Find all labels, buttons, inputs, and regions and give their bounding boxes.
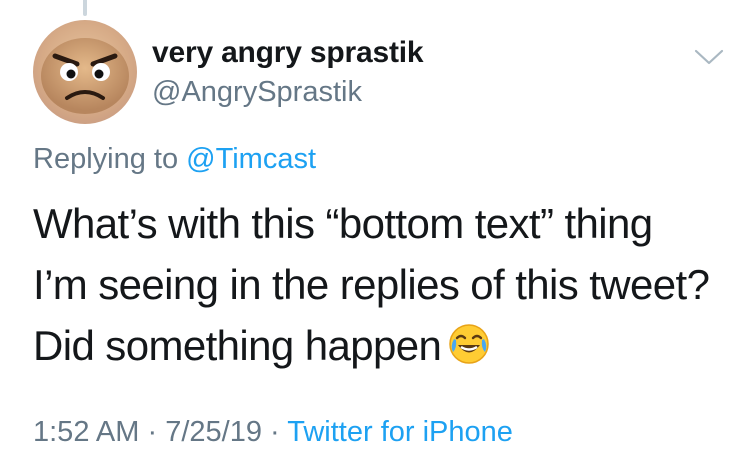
thread-connector-line [83, 0, 87, 16]
tweet-text-line: I’m seeing in the replies of this tweet? [33, 261, 710, 308]
tweet-metadata: 1:52 AM · 7/25/19 · Twitter for iPhone [33, 416, 513, 449]
display-name[interactable]: very angry sprastik [152, 36, 424, 70]
angry-bread-avatar-icon [33, 20, 137, 124]
meta-separator: · [270, 416, 280, 448]
avatar[interactable] [33, 20, 137, 124]
tweet-date[interactable]: 7/25/19 [165, 416, 262, 448]
tweet-time[interactable]: 1:52 AM [33, 416, 139, 448]
replying-to: Replying to @Timcast [33, 143, 316, 176]
tweet-text-line-content: Did something happen [33, 322, 442, 369]
face-with-tears-of-joy-icon [447, 321, 491, 365]
user-handle[interactable]: @AngrySprastik [152, 76, 362, 109]
replying-prefix: Replying to [33, 143, 179, 175]
chevron-down-icon [694, 49, 724, 65]
more-options-button[interactable] [692, 46, 726, 68]
tweet-text: What’s with this “bottom text” thing I’m… [33, 193, 723, 376]
meta-separator: · [147, 416, 158, 448]
tweet-text-line: What’s with this “bottom text” thing [33, 200, 653, 247]
replying-mention-link[interactable]: @Timcast [186, 143, 316, 175]
tweet-source-link[interactable]: Twitter for iPhone [287, 416, 513, 448]
tweet-text-line-last: Did something happen [33, 315, 723, 376]
